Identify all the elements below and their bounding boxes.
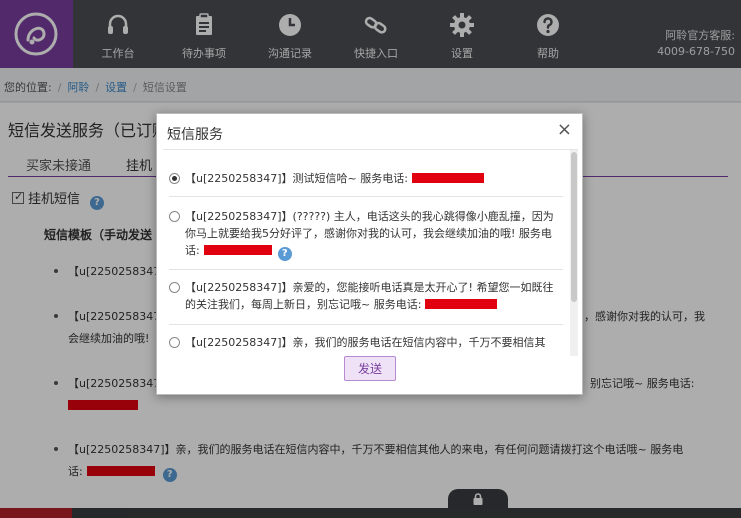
radio-button[interactable] bbox=[169, 282, 180, 293]
sms-service-dialog: 短信服务 × 【u[2250258347]】测试短信哈~ 服务电话: 【u[22… bbox=[156, 113, 583, 395]
template-list[interactable]: 【u[2250258347]】测试短信哈~ 服务电话: 【u[225025834… bbox=[163, 149, 578, 356]
scrollbar-thumb[interactable] bbox=[571, 152, 577, 302]
redacted-phone bbox=[203, 245, 272, 255]
help-icon[interactable]: ? bbox=[277, 247, 292, 261]
scrollbar[interactable] bbox=[570, 150, 578, 356]
close-button[interactable]: × bbox=[557, 119, 572, 140]
redacted-phone bbox=[425, 299, 498, 309]
radio-button[interactable] bbox=[169, 337, 180, 348]
send-button[interactable]: 发送 bbox=[344, 356, 396, 381]
dialog-title: 短信服务 bbox=[167, 127, 223, 143]
redacted-phone bbox=[411, 173, 484, 183]
radio-button[interactable] bbox=[169, 211, 180, 222]
radio-button[interactable] bbox=[169, 173, 180, 184]
